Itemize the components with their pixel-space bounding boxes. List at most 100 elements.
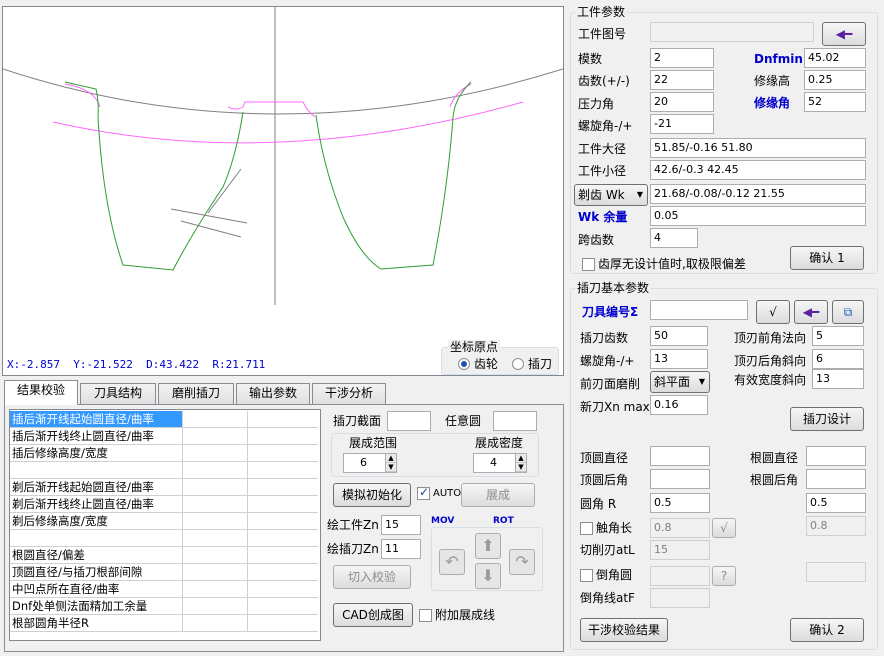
chamfer-help-button[interactable]: ? [712,566,736,586]
root-dia-input[interactable] [806,446,866,466]
cad-button[interactable]: CAD创成图 [333,603,413,627]
tip-back-input[interactable] [650,469,710,489]
pressure-input[interactable]: 20 [650,92,714,112]
coord-readout: X:-2.857 Y:-21.522 D:43.422 R:21.711 [7,357,265,373]
list-item[interactable]: 顶圆直径/与插刀根部间隙 [10,564,318,581]
chamfer-line-input[interactable] [650,588,710,608]
protuberance-check-button[interactable]: √ [712,518,736,538]
rotate-ccw-button[interactable]: ↶ [439,549,465,575]
tool-import-button[interactable]: ◀━ [794,300,828,324]
interference-result-button[interactable]: 干涉校验结果 [580,618,668,642]
chamfer-circle-input[interactable] [650,566,710,586]
list-item[interactable]: 根部圆角半径R [10,615,318,632]
chamfer-circle-checkbox[interactable] [580,569,593,582]
arrow-left-icon: ◀━ [802,305,820,319]
drawing-no-input[interactable] [650,22,814,42]
gear-profile-drawing [3,7,563,305]
coord-x: X:-2.857 [7,358,60,371]
density-input[interactable]: 4 [473,453,517,473]
dnfmin-input[interactable]: 45.02 [804,48,866,68]
any-circle-input[interactable] [493,411,537,431]
protuberance-input-2[interactable]: 0.8 [806,516,866,536]
cutter-helix-input[interactable]: 13 [650,349,708,369]
chip-edge-input[interactable]: 15 [650,540,710,560]
list-item[interactable]: 剃后修缘高度/宽度 [10,513,318,530]
list-item[interactable]: Dnf处单侧法面精加工余量 [10,598,318,615]
fillet-input-2[interactable]: 0.5 [806,493,866,513]
origin-gear-radio[interactable] [458,358,470,370]
root-back-input[interactable] [806,469,866,489]
tip-dia-input[interactable] [650,446,710,466]
list-item[interactable] [10,462,318,479]
list-item[interactable]: 插后渐开线起始圆直径/曲率 [10,411,318,428]
confirm2-button[interactable]: 确认 2 [790,618,864,642]
limit-deviation-checkbox[interactable] [582,258,595,271]
drawing-import-button[interactable]: ◀━ [822,22,866,46]
tab-tool-structure[interactable]: 刀具结构 [80,383,156,404]
new-xn-input[interactable]: 0.16 [650,395,708,415]
cut-check-button[interactable]: 切入校验 [333,565,411,589]
teeth-input[interactable]: 22 [650,70,714,90]
list-item[interactable]: 中凹点所在直径/曲率 [10,581,318,598]
list-item-label: 剃后修缘高度/宽度 [12,514,108,528]
list-item[interactable]: 插后修缘高度/宽度 [10,445,318,462]
section-input[interactable] [387,411,431,431]
list-item[interactable]: 根圆直径/偏差 [10,547,318,564]
tip-dia-label: 顶圆直径 [580,451,629,465]
chamfer-circle-input-2[interactable] [806,562,866,582]
dropdown-arrow-icon: ▼ [698,377,705,386]
list-item[interactable]: 剃后渐开线终止圆直径/曲率 [10,496,318,513]
density-spinner[interactable]: ▲ ▼ [515,453,527,473]
drawing-canvas[interactable]: X:-2.857 Y:-21.522 D:43.422 R:21.711 坐标原… [2,6,564,376]
top-rake-input[interactable]: 5 [812,326,864,346]
range-input[interactable]: 6 [343,453,387,473]
auto-label: AUTO [433,488,462,499]
tab-output-params[interactable]: 输出参数 [236,383,310,404]
teeth-label: 齿数(+/-) [578,74,630,88]
add-gen-line-checkbox[interactable] [419,609,432,622]
auto-checkbox[interactable] [417,485,430,500]
result-list[interactable]: 插后渐开线起始圆直径/曲率 插后渐开线终止圆直径/曲率 插后修缘高度/宽度剃后渐开线… [9,409,321,641]
origin-cutter-radio[interactable] [512,358,524,370]
draw-workpiece-input[interactable]: 15 [381,515,421,535]
coord-y: Y:-21.522 [73,358,133,371]
top-clearance-input[interactable]: 6 [812,349,864,369]
cutter-teeth-input[interactable]: 50 [650,326,708,346]
range-spinner[interactable]: ▲ ▼ [385,453,397,473]
major-dia-input[interactable]: 51.85/-0.16 51.80 [650,138,866,158]
wk-input[interactable]: 21.68/-0.08/-0.12 21.55 [650,184,866,204]
minor-dia-input[interactable]: 42.6/-0.3 42.45 [650,160,866,180]
list-item[interactable]: 剃后渐开线起始圆直径/曲率 [10,479,318,496]
list-item[interactable] [10,530,318,547]
tab-panel: 插后渐开线起始圆直径/曲率 插后渐开线终止圆直径/曲率 插后修缘高度/宽度剃后渐开线… [4,404,564,652]
tip-relief-angle-input[interactable]: 52 [804,92,866,112]
module-input[interactable]: 2 [650,48,714,68]
list-item-label: 插后修缘高度/宽度 [12,446,108,460]
wk-allowance-input[interactable]: 0.05 [650,206,866,226]
rotate-cw-button[interactable]: ↷ [509,549,535,575]
protuberance-checkbox[interactable] [580,522,593,535]
tool-copy-button[interactable]: ⧉ [832,300,864,324]
draw-cutter-input[interactable]: 11 [381,539,421,559]
tab-grind-cutter[interactable]: 磨削插刀 [158,383,234,404]
fillet-input[interactable]: 0.5 [650,493,710,513]
question-icon: ? [720,569,728,583]
effective-width-input[interactable]: 13 [812,369,864,389]
protuberance-input[interactable]: 0.8 [650,518,710,538]
tip-relief-height-input[interactable]: 0.25 [804,70,866,90]
move-up-button[interactable]: ⬆ [475,533,501,559]
tool-verify-button[interactable]: √ [756,300,790,324]
tab-interference[interactable]: 干涉分析 [312,383,386,404]
tab-result-check[interactable]: 结果校验 [4,380,78,405]
span-teeth-input[interactable]: 4 [650,228,698,248]
wk-select[interactable]: 剃齿 Wk ▼ [574,184,648,206]
move-down-button[interactable]: ⬇ [475,563,501,589]
helix-input[interactable]: -21 [650,114,714,134]
tool-no-input[interactable] [650,300,748,320]
generate-button[interactable]: 展成 [461,483,535,507]
confirm1-button[interactable]: 确认 1 [790,246,864,270]
cutter-design-button[interactable]: 插刀设计 [790,407,864,431]
sim-init-button[interactable]: 模拟初始化 [333,483,411,507]
face-grind-select[interactable]: 斜平面 ▼ [650,371,710,393]
list-item[interactable]: 插后渐开线终止圆直径/曲率 [10,428,318,445]
